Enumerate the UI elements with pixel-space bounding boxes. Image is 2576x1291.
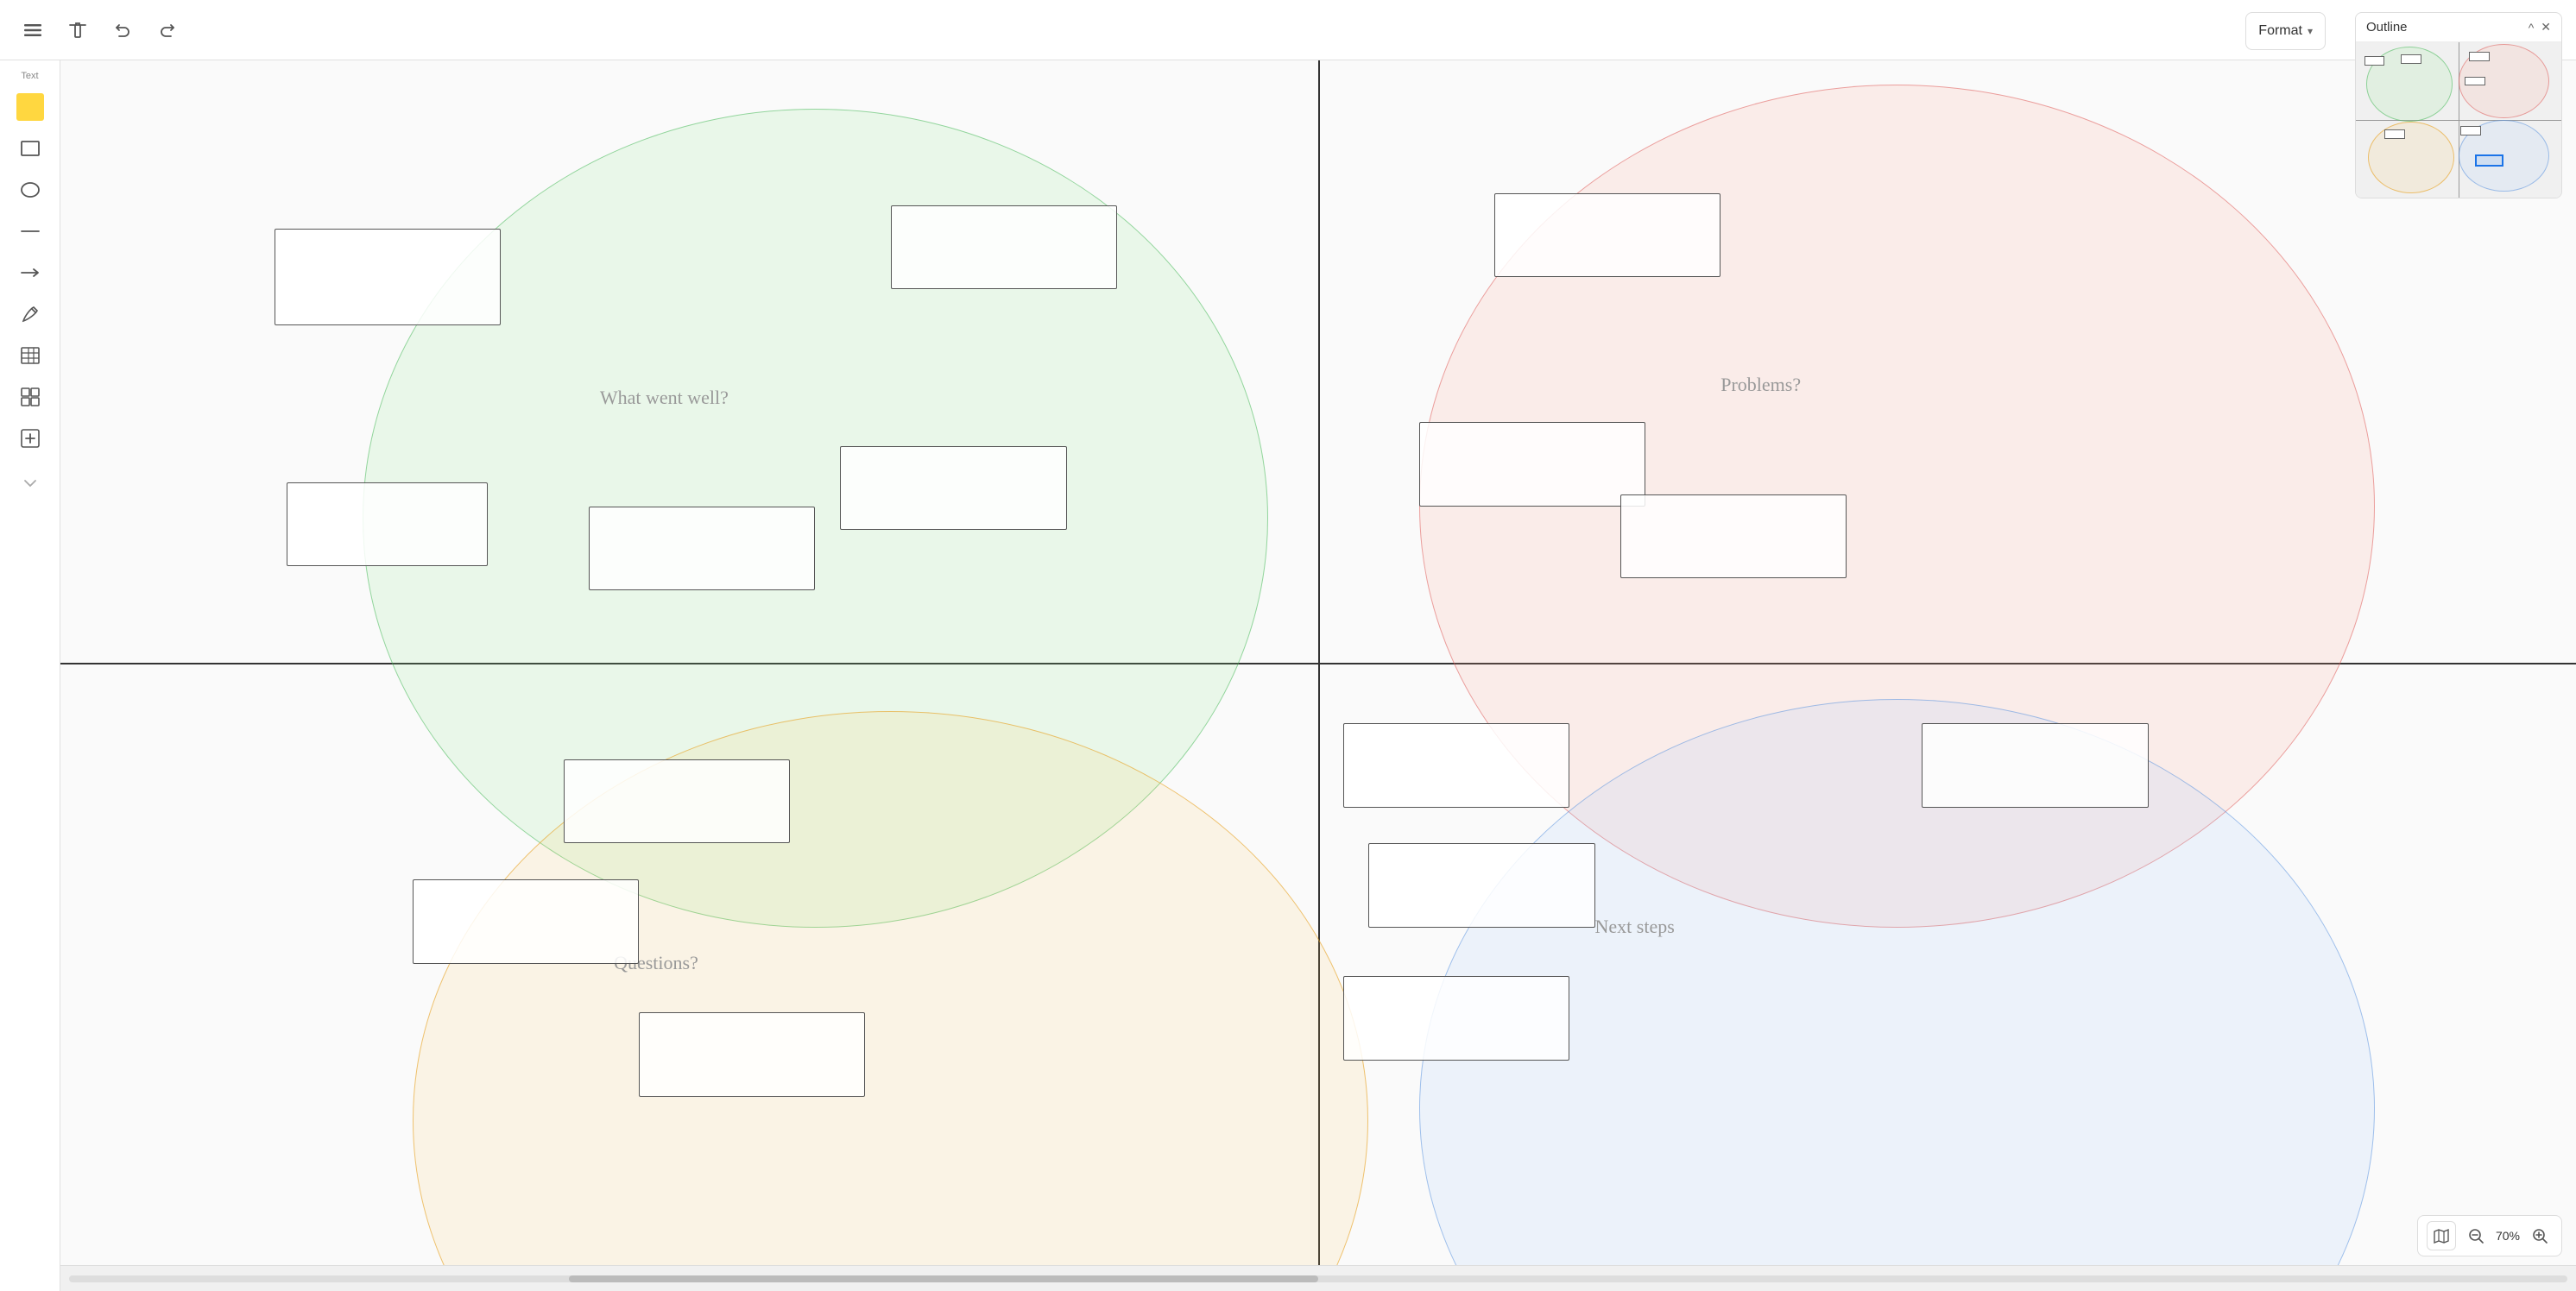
thumb-box-1 xyxy=(2364,56,2385,66)
scroll-track[interactable] xyxy=(69,1275,2567,1282)
thumb-box-2 xyxy=(2401,54,2421,64)
note-icon xyxy=(16,93,44,121)
outline-header: Outline ^ ✕ xyxy=(2356,13,2561,42)
outline-collapse-button[interactable]: ^ xyxy=(2529,20,2535,35)
line-tool[interactable] xyxy=(11,212,49,250)
format-panel[interactable]: Format ▾ xyxy=(2245,12,2326,50)
sticky-tl-1[interactable] xyxy=(275,229,501,325)
thumb-selected-box xyxy=(2475,154,2503,167)
grid-tool[interactable] xyxy=(11,378,49,416)
format-label: Format xyxy=(2258,23,2302,39)
ellipse-tool[interactable] xyxy=(11,171,49,209)
sticky-bl-3[interactable] xyxy=(639,1012,865,1097)
scroll-thumb[interactable] xyxy=(569,1275,1318,1282)
insert-tool[interactable] xyxy=(11,419,49,457)
note-tool[interactable] xyxy=(11,88,49,126)
thumb-box-4 xyxy=(2465,77,2485,86)
thumb-box-3 xyxy=(2469,52,2490,61)
sticky-bl-1[interactable] xyxy=(564,759,790,844)
canvas[interactable]: What went well? Problems? Questions? Nex… xyxy=(60,60,2576,1265)
sticky-tl-5[interactable] xyxy=(840,446,1066,531)
pen-tool[interactable] xyxy=(11,295,49,333)
sticky-br-3[interactable] xyxy=(1343,976,1569,1061)
outline-thumbnail[interactable] xyxy=(2356,42,2561,198)
sidebar: Text xyxy=(0,60,60,1291)
sticky-br-1[interactable] xyxy=(1343,723,1569,808)
thumb-box-6 xyxy=(2460,126,2481,135)
outline-close-button[interactable]: ✕ xyxy=(2541,20,2551,35)
format-chevron-icon: ▾ xyxy=(2308,25,2313,37)
outline-panel: Outline ^ ✕ xyxy=(2355,12,2562,198)
map-button[interactable] xyxy=(2427,1221,2456,1250)
sticky-tl-3[interactable] xyxy=(287,482,488,567)
thumb-box-5 xyxy=(2384,129,2405,139)
sticky-tr-1[interactable] xyxy=(1494,193,1720,278)
text-label: Text xyxy=(21,71,38,81)
more-tools-button[interactable] xyxy=(11,464,49,502)
toolbar xyxy=(0,0,2576,60)
rectangle-tool[interactable] xyxy=(11,129,49,167)
menu-button[interactable] xyxy=(14,11,52,49)
redo-button[interactable] xyxy=(148,11,186,49)
sticky-tr-3[interactable] xyxy=(1620,494,1847,579)
zoom-out-button[interactable] xyxy=(2463,1223,2489,1249)
sticky-bl-2[interactable] xyxy=(413,879,639,964)
zoom-in-button[interactable] xyxy=(2527,1223,2553,1249)
thumb-orange xyxy=(2368,122,2454,193)
delete-button[interactable] xyxy=(59,11,97,49)
sticky-tr-2[interactable] xyxy=(1419,422,1645,507)
scrollbar[interactable] xyxy=(60,1265,2576,1291)
sticky-br-4[interactable] xyxy=(1922,723,2148,808)
arrow-tool[interactable] xyxy=(11,254,49,292)
undo-button[interactable] xyxy=(104,11,142,49)
outline-title: Outline xyxy=(2366,20,2408,35)
sticky-tl-2[interactable] xyxy=(891,205,1117,290)
sticky-br-2[interactable] xyxy=(1368,843,1594,928)
table-tool[interactable] xyxy=(11,337,49,375)
sticky-tl-4[interactable] xyxy=(589,507,815,591)
zoom-controls: 70% xyxy=(2417,1215,2562,1256)
outline-body xyxy=(2356,42,2561,198)
zoom-level: 70% xyxy=(2492,1229,2523,1243)
